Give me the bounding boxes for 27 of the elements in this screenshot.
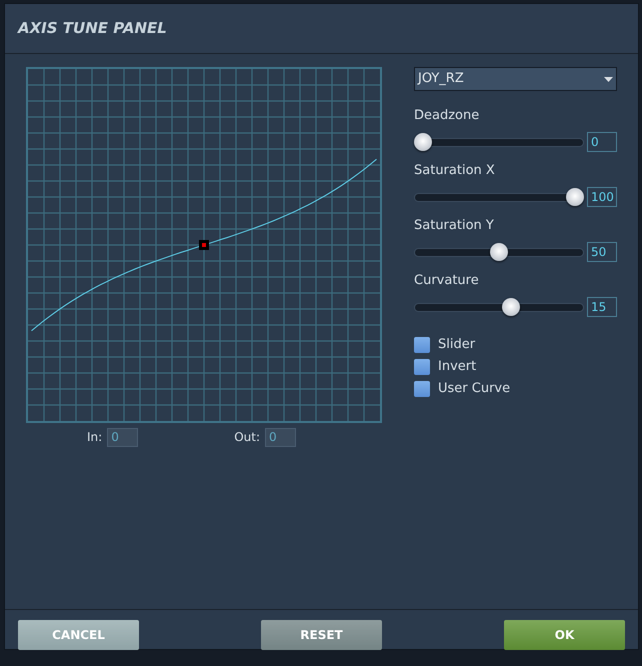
- value-field[interactable]: 0: [587, 132, 617, 152]
- value-field[interactable]: 15: [587, 297, 617, 317]
- slider-label: Deadzone: [414, 108, 480, 124]
- slider-thumb[interactable]: [414, 133, 432, 151]
- slider-thumb[interactable]: [502, 298, 520, 316]
- readout-label: Out:: [234, 429, 260, 446]
- slider-thumb[interactable]: [566, 188, 584, 206]
- readout-field: 0: [107, 428, 138, 446]
- checkbox[interactable]: [414, 381, 430, 397]
- checkbox[interactable]: [414, 359, 430, 375]
- axis-dropdown[interactable]: JOY_RZ: [414, 67, 617, 91]
- checkbox[interactable]: [414, 337, 430, 353]
- readout-label: In:: [87, 429, 102, 446]
- slider-label: Saturation Y: [414, 218, 495, 234]
- slider-label: Curvature: [414, 273, 480, 289]
- slider-label: Saturation X: [414, 163, 496, 179]
- checkbox-label: User Curve: [438, 380, 510, 398]
- ok-button[interactable]: OK: [504, 620, 625, 650]
- value-field[interactable]: 50: [587, 242, 617, 262]
- checkbox-label: Slider: [438, 336, 476, 354]
- window-title: AXIS TUNE PANEL: [18, 18, 167, 40]
- checkbox-label: Invert: [438, 358, 476, 376]
- readout-field: 0: [265, 428, 296, 446]
- value-field[interactable]: 100: [587, 187, 617, 207]
- caret-icon: [604, 76, 613, 82]
- reset-button[interactable]: RESET: [261, 620, 382, 650]
- slider-thumb[interactable]: [490, 243, 508, 261]
